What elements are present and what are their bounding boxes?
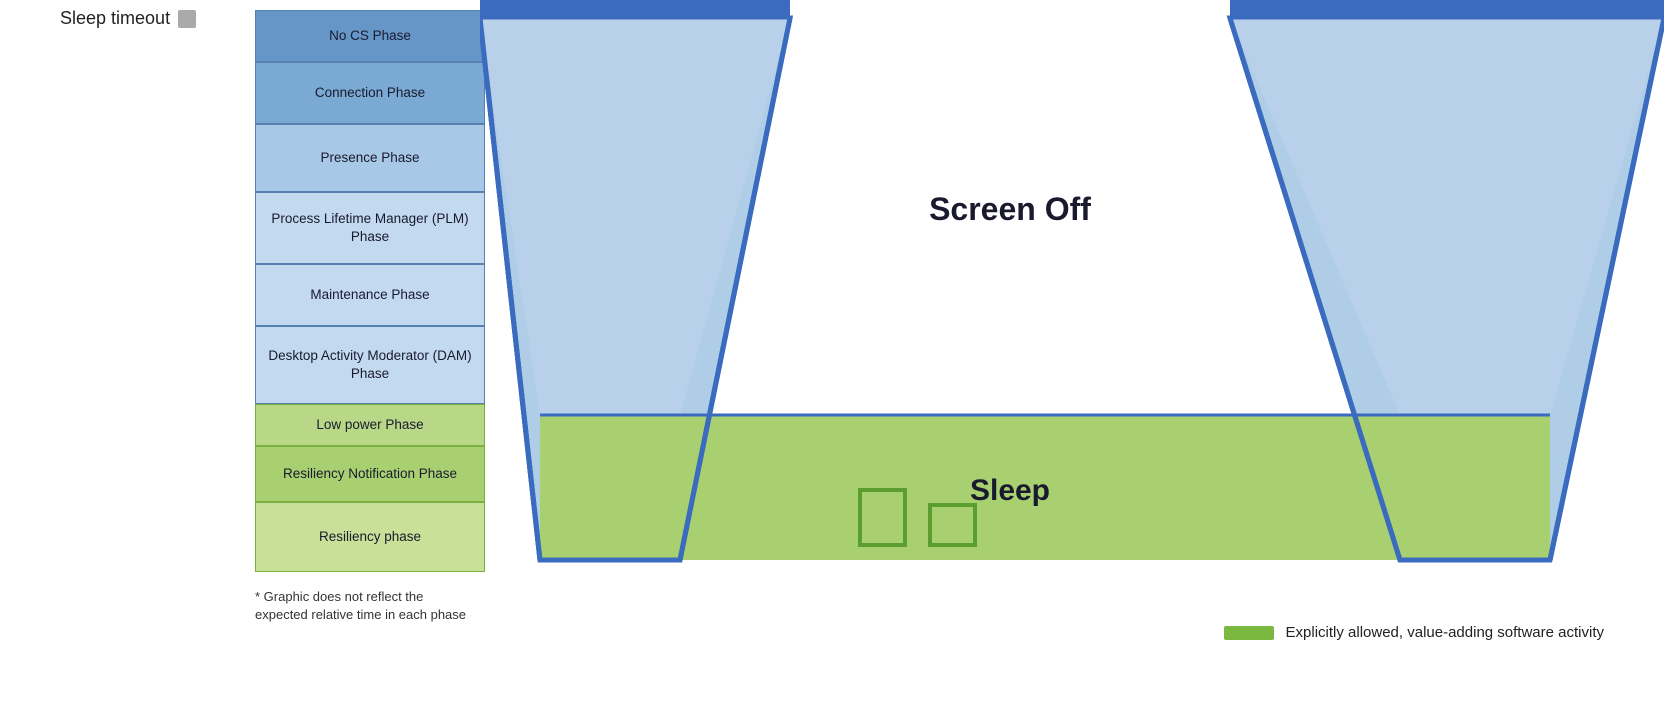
- legend-label: Explicitly allowed, value-adding softwar…: [1286, 624, 1604, 641]
- sleep-timeout-label: Sleep timeout: [60, 8, 170, 29]
- sleep-timeout-icon: [178, 10, 196, 28]
- page-container: Sleep timeout No CS PhaseConnection Phas…: [0, 0, 1664, 701]
- phase-item-maintenance: Maintenance Phase: [255, 264, 485, 326]
- sleep-timeout-header: Sleep timeout: [60, 8, 196, 29]
- phase-item-presence: Presence Phase: [255, 124, 485, 192]
- legend-bar: [1224, 626, 1274, 640]
- phase-list: No CS PhaseConnection PhasePresence Phas…: [255, 10, 485, 572]
- phase-item-lowpower: Low power Phase: [255, 404, 485, 446]
- phase-item-resnotif: Resiliency Notification Phase: [255, 446, 485, 502]
- screen-off-label: Screen Off: [929, 191, 1091, 227]
- phase-item-resiliency: Resiliency phase: [255, 502, 485, 572]
- cs-diagram: Screen Off Sleep: [480, 0, 1664, 701]
- sleep-label: Sleep: [970, 474, 1050, 507]
- phase-item-dam: Desktop Activity Moderator (DAM) Phase: [255, 326, 485, 404]
- phase-item-connection: Connection Phase: [255, 62, 485, 124]
- phase-item-no-cs: No CS Phase: [255, 10, 485, 62]
- legend: Explicitly allowed, value-adding softwar…: [1224, 624, 1604, 641]
- footnote: * Graphic does not reflect the expected …: [255, 588, 475, 624]
- phase-item-plm: Process Lifetime Manager (PLM) Phase: [255, 192, 485, 264]
